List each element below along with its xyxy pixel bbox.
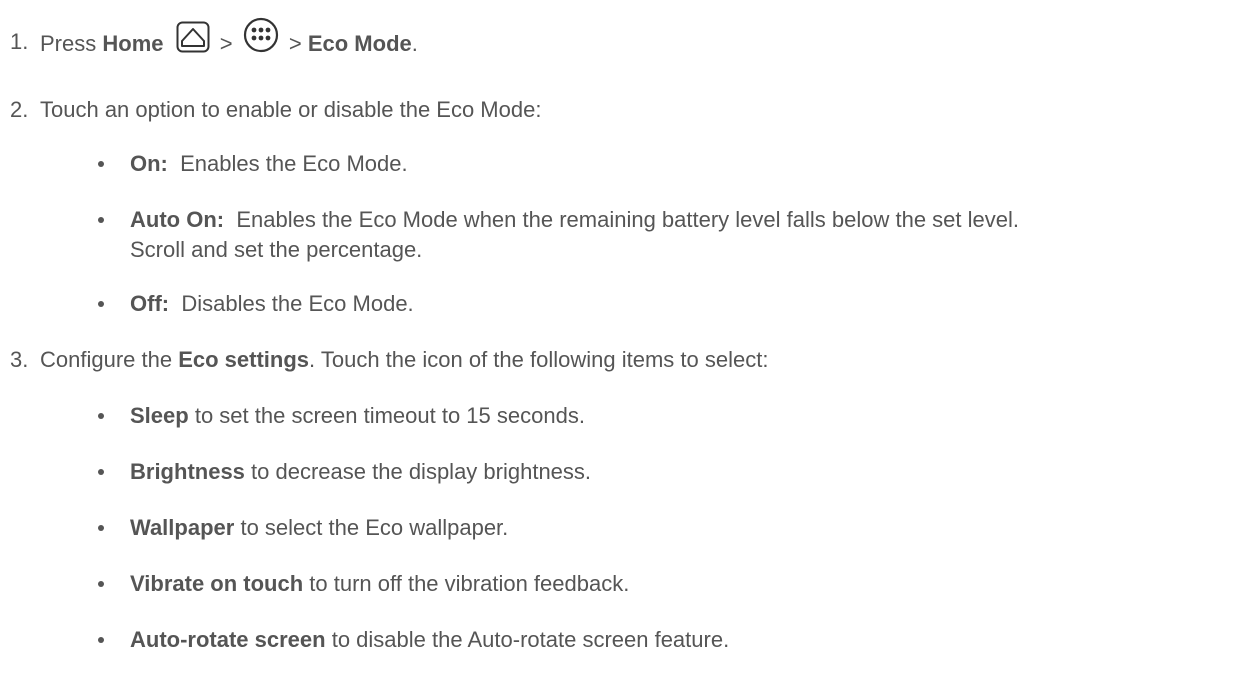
bullet-dot	[98, 217, 104, 223]
separator: >	[288, 30, 302, 56]
bullet-text: Off: Disables the Eco Mode.	[130, 289, 414, 319]
step-text: Configure the Eco settings. Touch the ic…	[40, 345, 768, 375]
step-3: 3. Configure the Eco settings. Touch the…	[0, 345, 1250, 375]
bullet-text: Brightness to decrease the display brigh…	[130, 457, 591, 487]
configure-text: Configure the	[40, 347, 173, 372]
separator: >	[219, 30, 233, 56]
bullet-text: On: Enables the Eco Mode.	[130, 149, 408, 179]
period: .	[411, 30, 418, 56]
eco-settings-label: Eco settings	[178, 347, 310, 372]
bullet-dot	[98, 525, 104, 531]
bullet-description: to select the Eco wallpaper.	[240, 515, 509, 540]
bullet-label: On:	[130, 151, 168, 176]
bullet-description: Disables the Eco Mode.	[181, 291, 414, 316]
bullet-label: Auto On:	[130, 207, 225, 232]
step-2: 2. Touch an option to enable or disable …	[0, 95, 1250, 125]
bullet-dot	[98, 581, 104, 587]
bullet-dot	[98, 413, 104, 419]
bullet-text: Vibrate on touch to turn off the vibrati…	[130, 569, 629, 599]
bullet-description: to turn off the vibration feedback.	[309, 571, 630, 596]
bullet-description: to decrease the display brightness.	[251, 459, 592, 484]
bullet-text-continued: Scroll and set the percentage.	[130, 237, 423, 262]
bullet-label: Vibrate on touch	[130, 571, 304, 596]
bullet-text: Wallpaper to select the Eco wallpaper.	[130, 513, 508, 543]
bullet-description: to set the screen timeout to 15 seconds.	[194, 403, 585, 428]
bullet-label: Off:	[130, 291, 170, 316]
bullet-dot	[98, 469, 104, 475]
bullet-label: Brightness	[130, 459, 245, 484]
bullet-dot	[98, 637, 104, 643]
bullet-dot	[98, 301, 104, 307]
rest-text: . Touch the icon of the following items …	[309, 347, 769, 372]
bullet-label: Wallpaper	[130, 515, 235, 540]
bullet-description: Enables the Eco Mode.	[180, 151, 408, 176]
bullet-label: Auto-rotate screen	[130, 627, 326, 652]
bullet-dot	[98, 161, 104, 167]
bullet-text: Sleep to set the screen timeout to 15 se…	[130, 401, 585, 431]
instructions-page: 1. Press Home > > Eco Mode. 2. Touch an …	[0, 0, 1250, 692]
bullet-description: to disable the Auto-rotate screen featur…	[331, 627, 730, 652]
press-text: Press	[40, 30, 97, 56]
bullet-text: Auto-rotate screen to disable the Auto-r…	[130, 625, 729, 655]
bullet-label: Sleep	[130, 403, 189, 428]
step-text: Touch an option to enable or disable the…	[40, 97, 542, 122]
step-text: Press Home > > Eco Mode.	[40, 17, 418, 63]
bullet-description: Enables the Eco Mode when the remaining …	[236, 207, 1019, 232]
eco-mode-label: Eco Mode	[307, 30, 412, 56]
bullet-text: Auto On: Enables the Eco Mode when the r…	[130, 205, 1019, 235]
step-1: 1. Press Home > > Eco Mode.	[0, 17, 1250, 67]
home-icon	[176, 21, 210, 53]
home-label: Home	[102, 30, 164, 56]
apps-icon	[243, 17, 279, 53]
